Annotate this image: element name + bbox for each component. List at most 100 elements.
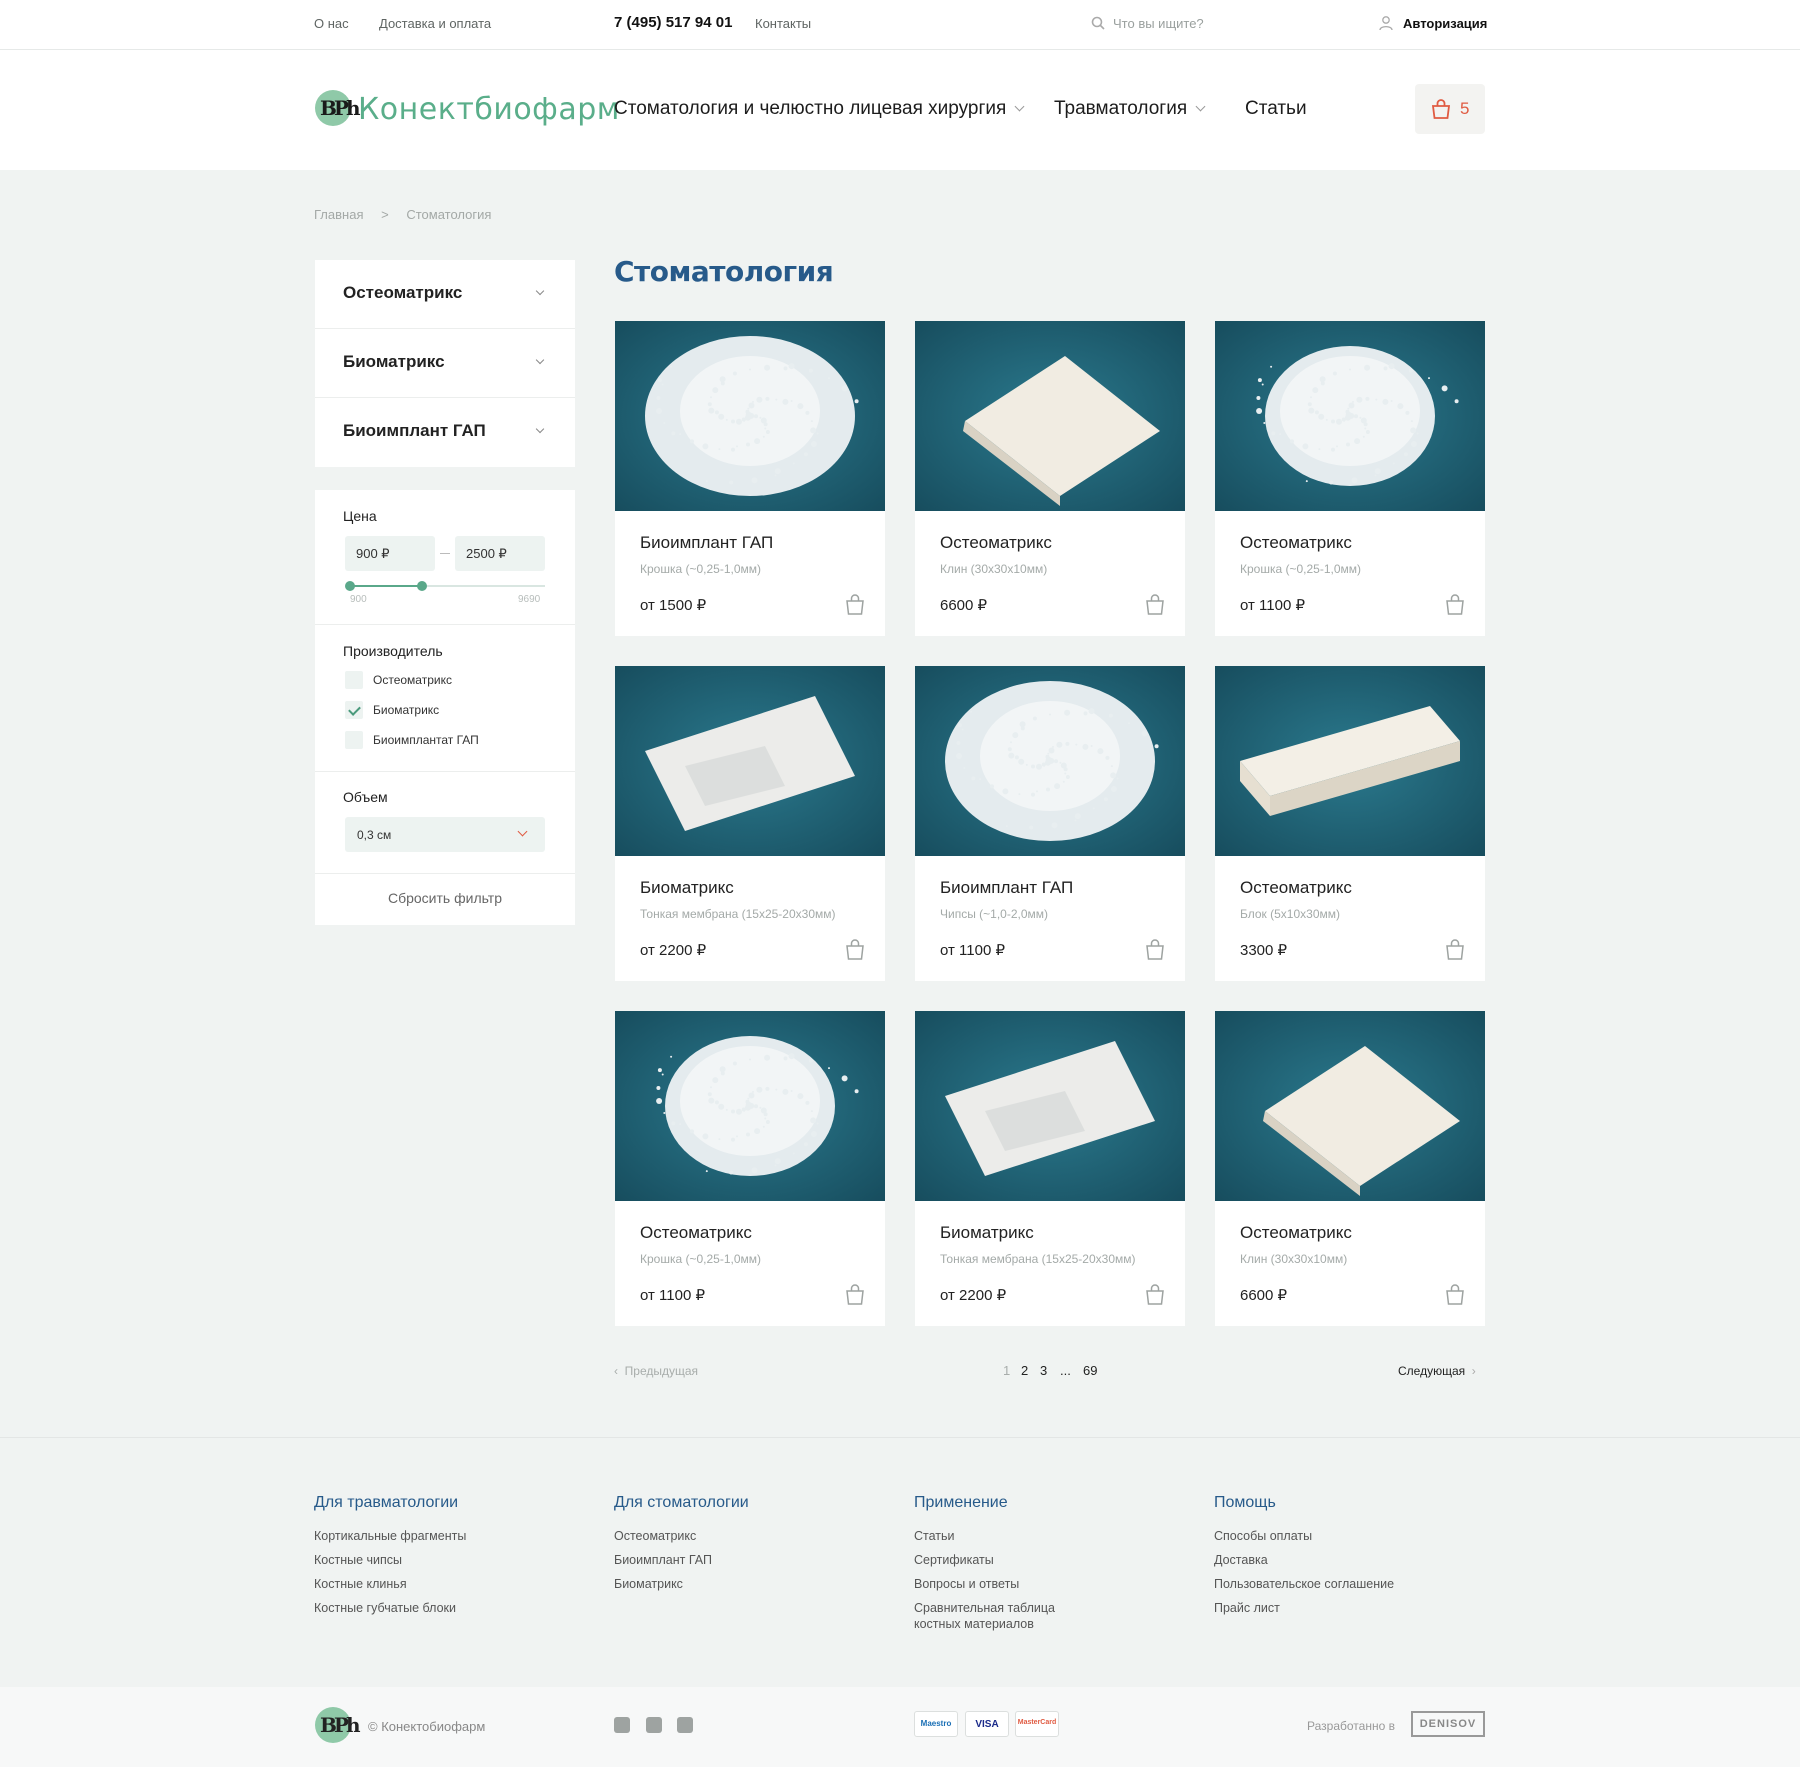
price-slider-max-handle[interactable]: [417, 581, 427, 591]
product-card[interactable]: Биоматрикс Тонкая мембрана (15х25-20х30мм…: [615, 666, 885, 981]
footer-link[interactable]: Костные клинья: [314, 1577, 466, 1591]
footer-link[interactable]: Биоимплант ГАП: [614, 1553, 749, 1567]
page-link[interactable]: 2: [1021, 1363, 1028, 1378]
add-to-cart-icon[interactable]: [845, 593, 865, 620]
auth-link[interactable]: Авторизация: [1403, 16, 1487, 31]
footer: Для травматологии Кортикальные фрагменты…: [0, 1437, 1800, 1687]
search-icon[interactable]: [1091, 16, 1105, 30]
logo-mark[interactable]: BPh: [315, 90, 361, 126]
add-to-cart-icon[interactable]: [1145, 938, 1165, 965]
pagination-next[interactable]: Следующая ›: [1398, 1364, 1476, 1378]
chevron-down-icon: [1014, 101, 1025, 112]
footer-link[interactable]: Остеоматрикс: [614, 1529, 749, 1543]
footer-col-dentistry: Для стоматологии Остеоматрикс Биоимплант…: [614, 1494, 749, 1591]
product-subtitle: Клин (30х30х10мм): [940, 562, 1048, 576]
footer-link[interactable]: Пользовательское соглашение: [1214, 1577, 1394, 1591]
page-link[interactable]: 69: [1083, 1363, 1097, 1378]
product-card[interactable]: Остеоматрикс Блок (5х10х30мм) 3300 ₽: [1215, 666, 1485, 981]
product-card[interactable]: Остеоматрикс Крошка (~0,25-1,0мм) от 1100 …: [1215, 321, 1485, 636]
breadcrumb-home[interactable]: Главная: [314, 207, 363, 222]
product-name[interactable]: Остеоматрикс: [640, 1223, 752, 1243]
product-price: от 1500 ₽: [640, 597, 707, 614]
footer-link[interactable]: Кортикальные фрагменты: [314, 1529, 466, 1543]
developer-logo[interactable]: DENISOV: [1411, 1711, 1485, 1737]
product-name[interactable]: Остеоматрикс: [1240, 1223, 1352, 1243]
search-input[interactable]: Что вы ищите?: [1113, 16, 1204, 31]
product-price: от 2200 ₽: [640, 942, 707, 959]
price-from-input[interactable]: 900 ₽: [345, 536, 435, 571]
product-image[interactable]: [1215, 321, 1485, 511]
footer-link[interactable]: Сертификаты: [914, 1553, 1055, 1567]
add-to-cart-icon[interactable]: [1445, 593, 1465, 620]
footer-link[interactable]: Способы оплаты: [1214, 1529, 1394, 1543]
instagram-icon[interactable]: [646, 1717, 662, 1733]
product-image[interactable]: [1215, 1011, 1485, 1201]
product-name[interactable]: Биоматрикс: [640, 878, 734, 898]
product-subtitle: Блок (5х10х30мм): [1240, 907, 1340, 921]
checkbox[interactable]: [345, 671, 363, 689]
footer-link[interactable]: Статьи: [914, 1529, 1055, 1543]
reset-filter-button[interactable]: Сбросить фильтр: [315, 890, 575, 906]
footer-link[interactable]: Вопросы и ответы: [914, 1577, 1055, 1591]
category-bioimplant[interactable]: Биоимплант ГАП: [315, 398, 575, 467]
product-name[interactable]: Биоимплант ГАП: [640, 533, 773, 553]
telegram-icon[interactable]: [677, 1717, 693, 1733]
category-biomatrix[interactable]: Биоматрикс: [315, 329, 575, 398]
product-image[interactable]: [915, 1011, 1185, 1201]
add-to-cart-icon[interactable]: [845, 1283, 865, 1310]
price-slider-min-handle[interactable]: [345, 581, 355, 591]
contacts-link[interactable]: Контакты: [755, 16, 811, 31]
product-card[interactable]: Биоматрикс Тонкая мембрана (15х25-20х30мм…: [915, 1011, 1185, 1326]
add-to-cart-icon[interactable]: [1445, 1283, 1465, 1310]
pagination-prev[interactable]: ‹ Предыдущая: [614, 1364, 698, 1378]
footer-link[interactable]: Костные чипсы: [314, 1553, 466, 1567]
nav-dentistry[interactable]: Стоматология и челюстно лицевая хирургия: [614, 98, 1025, 120]
product-name[interactable]: Остеоматрикс: [1240, 878, 1352, 898]
product-card[interactable]: Остеоматрикс Клин (30х30х10мм) 6600 ₽: [1215, 1011, 1485, 1326]
checkbox-checked[interactable]: [345, 701, 363, 719]
nav-articles[interactable]: Статьи: [1245, 98, 1307, 120]
product-name[interactable]: Остеоматрикс: [940, 533, 1052, 553]
price-slider-fill: [350, 585, 422, 587]
product-price: от 1100 ₽: [640, 1287, 706, 1304]
footer-link[interactable]: Доставка: [1214, 1553, 1394, 1567]
product-image[interactable]: [615, 666, 885, 856]
volume-select[interactable]: 0,3 см: [345, 817, 545, 852]
footer-link[interactable]: Сравнительная таблица: [914, 1601, 1055, 1615]
footer-link[interactable]: Прайс лист: [1214, 1601, 1394, 1615]
product-name[interactable]: Биоматрикс: [940, 1223, 1034, 1243]
nav-traumatology[interactable]: Травматология: [1054, 98, 1206, 120]
add-to-cart-icon[interactable]: [1445, 938, 1465, 965]
product-card[interactable]: Биоимплант ГАП Чипсы (~1,0-2,0мм) от 1100 …: [915, 666, 1185, 981]
delivery-link[interactable]: Доставка и оплата: [379, 16, 491, 31]
product-image[interactable]: [615, 321, 885, 511]
page-link[interactable]: 3: [1040, 1363, 1047, 1378]
add-to-cart-icon[interactable]: [1145, 593, 1165, 620]
product-name[interactable]: Остеоматрикс: [1240, 533, 1352, 553]
price-range-max: 9690: [518, 594, 541, 605]
cart-button[interactable]: 5: [1415, 84, 1485, 134]
product-card[interactable]: Биоимплант ГАП Крошка (~0,25-1,0мм) от 150…: [615, 321, 885, 636]
phone-link[interactable]: 7 (495) 517 94 01: [614, 14, 732, 31]
logo-text[interactable]: Конектбиофарм: [358, 92, 620, 127]
price-to-input[interactable]: 2500 ₽: [455, 536, 545, 571]
product-image[interactable]: [1215, 666, 1485, 856]
checkbox[interactable]: [345, 731, 363, 749]
add-to-cart-icon[interactable]: [845, 938, 865, 965]
product-image[interactable]: [915, 321, 1185, 511]
product-card[interactable]: Остеоматрикс Крошка (~0,25-1,0мм) от 1100 …: [615, 1011, 885, 1326]
product-image[interactable]: [915, 666, 1185, 856]
add-to-cart-icon[interactable]: [1145, 1283, 1165, 1310]
product-name[interactable]: Биоимплант ГАП: [940, 878, 1073, 898]
page-link[interactable]: 1: [1003, 1363, 1010, 1378]
facebook-icon[interactable]: [614, 1717, 630, 1733]
product-image[interactable]: [615, 1011, 885, 1201]
about-link[interactable]: О нас: [314, 16, 349, 31]
footer-link[interactable]: Костные губчатые блоки: [314, 1601, 466, 1615]
footer-link[interactable]: Биоматрикс: [614, 1577, 749, 1591]
footer-link[interactable]: костных материалов: [914, 1617, 1055, 1631]
footer-logo[interactable]: BPh: [315, 1707, 361, 1743]
category-osteomatrix[interactable]: Остеоматрикс: [315, 260, 575, 329]
user-icon[interactable]: [1378, 15, 1394, 31]
product-card[interactable]: Остеоматрикс Клин (30х30х10мм) 6600 ₽: [915, 321, 1185, 636]
